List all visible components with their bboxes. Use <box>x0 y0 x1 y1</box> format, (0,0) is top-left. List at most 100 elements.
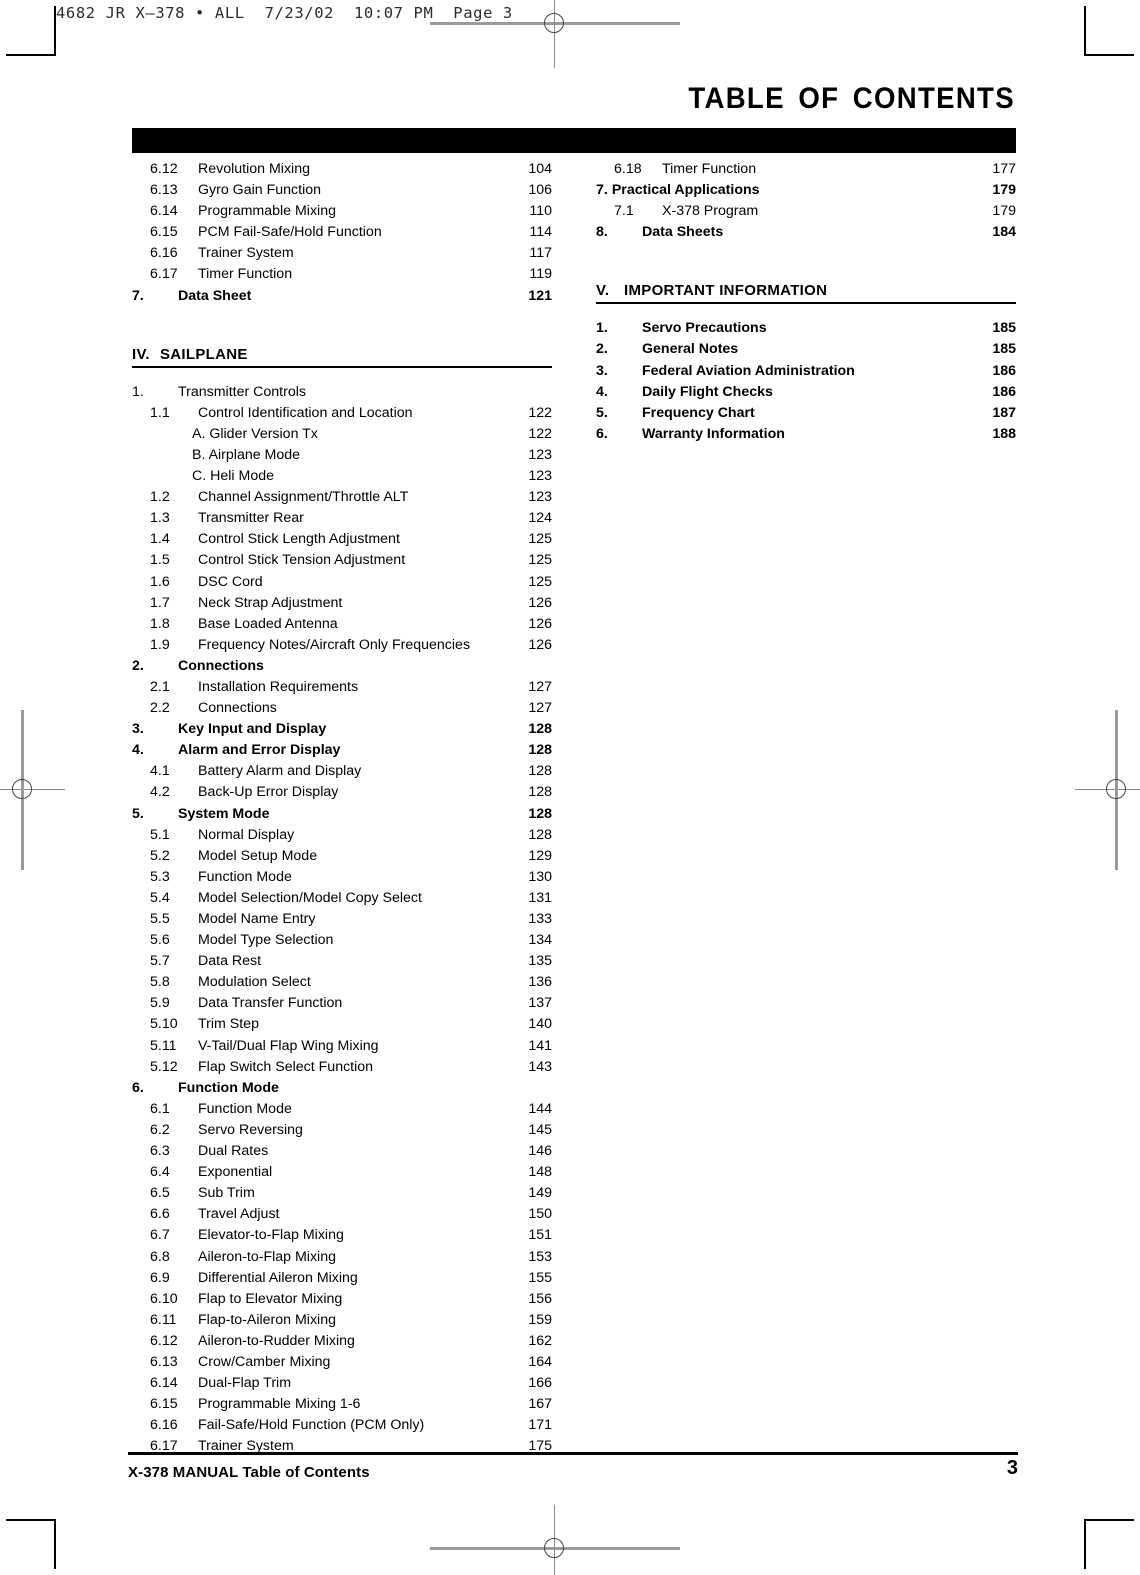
toc-entry-label: Data Rest <box>198 953 262 970</box>
toc-entry[interactable]: 6.16 Fail-Safe/Hold Function (PCM Only) 17… <box>132 1417 552 1438</box>
toc-entry[interactable]: 6.15 Programmable Mixing 1-6 167 <box>132 1396 552 1417</box>
toc-entry[interactable]: 4. Alarm and Error Display 128 <box>132 742 552 763</box>
toc-entry-number: 5.4 <box>150 889 170 906</box>
toc-entry[interactable]: 6.17 Trainer System 175 <box>132 1438 552 1459</box>
toc-entry[interactable]: 5.11 V-Tail/Dual Flap Wing Mixing 141 <box>132 1038 552 1059</box>
toc-entry-page-number: 128 <box>528 784 552 801</box>
toc-entry-page-number: 136 <box>528 974 552 991</box>
toc-entry[interactable]: 1.5 Control Stick Tension Adjustment 125 <box>132 552 552 573</box>
toc-entry-label: Model Setup Mode <box>198 847 318 864</box>
toc-entry[interactable]: 6. Function Mode <box>132 1080 552 1101</box>
toc-entry[interactable]: 6.6 Travel Adjust 150 <box>132 1206 552 1227</box>
toc-entry[interactable]: 6.13 Gyro Gain Function 106 <box>132 182 552 203</box>
toc-entry[interactable]: 5.3 Function Mode 130 <box>132 869 552 890</box>
toc-entry-label: Frequency Chart <box>642 404 755 421</box>
toc-entry[interactable]: 6.16 Trainer System 117 <box>132 245 552 266</box>
toc-entry[interactable]: 5.1 Normal Display 128 <box>132 827 552 848</box>
toc-entry[interactable]: 6.1 Function Mode 144 <box>132 1101 552 1122</box>
toc-entry[interactable]: 5.7 Data Rest 135 <box>132 953 552 974</box>
footer-text: X-378 MANUAL Table of Contents <box>128 1464 370 1481</box>
toc-entry[interactable]: 6.4 Exponential 148 <box>132 1164 552 1185</box>
toc-entry[interactable]: 6. Warranty Information 188 <box>596 426 1016 447</box>
toc-entry[interactable]: 6.14 Dual-Flap Trim 166 <box>132 1375 552 1396</box>
toc-entry[interactable]: 5.8 Modulation Select 136 <box>132 974 552 995</box>
toc-entry[interactable]: 2.2 Connections 127 <box>132 700 552 721</box>
toc-entry[interactable]: 1.6 DSC Cord 125 <box>132 574 552 595</box>
toc-entry[interactable]: 5. System Mode 128 <box>132 806 552 827</box>
toc-entry-page-number: 186 <box>992 383 1016 400</box>
toc-entry-page-number: 186 <box>992 362 1016 379</box>
toc-entry[interactable]: B. Airplane Mode 123 <box>132 447 552 468</box>
toc-entry[interactable]: 4.1 Battery Alarm and Display 128 <box>132 763 552 784</box>
toc-entry[interactable]: 1.7 Neck Strap Adjustment 126 <box>132 595 552 616</box>
toc-entry-label: Model Selection/Model Copy Select <box>198 889 422 906</box>
toc-entry-label: Control Stick Length Adjustment <box>198 531 400 548</box>
toc-entry[interactable]: 1.8 Base Loaded Antenna 126 <box>132 616 552 637</box>
toc-entry-page-number: 156 <box>528 1290 552 1307</box>
toc-entry[interactable]: 6.14 Programmable Mixing 110 <box>132 203 552 224</box>
toc-entry[interactable]: 6.12 Revolution Mixing 104 <box>132 161 552 182</box>
toc-entry[interactable]: 6.12 Aileron-to-Rudder Mixing 162 <box>132 1333 552 1354</box>
toc-entry-page-number: 130 <box>528 868 552 885</box>
toc-entry[interactable]: 5.5 Model Name Entry 133 <box>132 911 552 932</box>
toc-entry[interactable]: 6.7 Elevator-to-Flap Mixing 151 <box>132 1227 552 1248</box>
toc-entry[interactable]: 6.18 Timer Function 177 <box>596 161 1016 182</box>
toc-entry[interactable]: 2. Connections <box>132 658 552 679</box>
toc-entry[interactable]: 3. Key Input and Display 128 <box>132 721 552 742</box>
toc-entry[interactable]: 4. Daily Flight Checks 186 <box>596 384 1016 405</box>
toc-entry-page-number: 128 <box>528 742 552 759</box>
toc-entry-number: 5.5 <box>150 911 170 927</box>
section-roman-numeral: IV. <box>132 345 150 363</box>
toc-entry[interactable]: 1.9 Frequency Notes/Aircraft Only Frequen… <box>132 637 552 658</box>
toc-section-heading[interactable]: IV. SAILPLANE <box>132 346 552 368</box>
toc-entry[interactable]: 6.10 Flap to Elevator Mixing 156 <box>132 1291 552 1312</box>
toc-entry[interactable]: 1.4 Control Stick Length Adjustment 125 <box>132 531 552 552</box>
toc-entry-number: 7.1 <box>614 203 634 220</box>
toc-entry[interactable]: 2.1 Installation Requirements 127 <box>132 679 552 700</box>
toc-entry[interactable]: 6.8 Aileron-to-Flap Mixing 153 <box>132 1249 552 1270</box>
toc-entry-number: 6.17 <box>150 266 178 283</box>
toc-entry[interactable]: 1.1 Control Identification and Location 12… <box>132 405 552 426</box>
toc-entry-page-number: 134 <box>528 932 552 949</box>
toc-entry[interactable]: 3. Federal Aviation Administration 186 <box>596 363 1016 384</box>
toc-entry-label: Aileron-to-Flap Mixing <box>198 1248 336 1265</box>
toc-section-heading[interactable]: V. IMPORTANT INFORMATION <box>596 282 1016 305</box>
toc-entry-label: Battery Alarm and Display <box>198 763 362 780</box>
toc-entry[interactable]: 5. Frequency Chart 187 <box>596 405 1016 426</box>
toc-entry[interactable]: 6.17 Timer Function 119 <box>132 266 552 287</box>
toc-entry[interactable]: 6.11 Flap-to-Aileron Mixing 159 <box>132 1312 552 1333</box>
toc-entry[interactable]: 6.3 Dual Rates 146 <box>132 1143 552 1164</box>
toc-entry[interactable]: 5.10 Trim Step 140 <box>132 1016 552 1037</box>
toc-entry[interactable]: 6.2 Servo Reversing 145 <box>132 1122 552 1143</box>
toc-entry[interactable]: 1. Transmitter Controls <box>132 384 552 405</box>
toc-entry[interactable]: 6.9 Differential Aileron Mixing 155 <box>132 1270 552 1291</box>
toc-entry-number: 5.9 <box>150 995 170 1012</box>
toc-entry[interactable]: 6.15 PCM Fail-Safe/Hold Function 114 <box>132 224 552 245</box>
toc-entry[interactable]: 7. Practical Applications 179 <box>596 182 1016 203</box>
toc-entry[interactable]: A. Glider Version Tx 122 <box>132 426 552 447</box>
toc-entry-label: V-Tail/Dual Flap Wing Mixing <box>198 1037 379 1054</box>
toc-entry[interactable]: 7.1 X-378 Program 179 <box>596 203 1016 224</box>
toc-entry-number: 6.16 <box>150 245 178 262</box>
toc-entry[interactable]: C. Heli Mode 123 <box>132 468 552 489</box>
toc-entry[interactable]: 5.9 Data Transfer Function 137 <box>132 995 552 1016</box>
toc-entry-label: Normal Display <box>198 826 295 843</box>
toc-entry-label: Crow/Camber Mixing <box>198 1353 331 1370</box>
toc-entry-label: B. Airplane Mode <box>192 446 301 463</box>
toc-entry[interactable]: 6.5 Sub Trim 149 <box>132 1185 552 1206</box>
toc-entry[interactable]: 1.2 Channel Assignment/Throttle ALT 123 <box>132 489 552 510</box>
toc-entry-label: Alarm and Error Display <box>178 742 341 759</box>
toc-entry[interactable]: 5.2 Model Setup Mode 129 <box>132 848 552 869</box>
toc-entry[interactable]: 1. Servo Precautions 185 <box>596 320 1016 341</box>
toc-entry[interactable]: 4.2 Back-Up Error Display 128 <box>132 784 552 805</box>
toc-entry[interactable]: 8. Data Sheets 184 <box>596 224 1016 245</box>
toc-entry[interactable]: 1.3 Transmitter Rear 124 <box>132 510 552 531</box>
toc-entry[interactable]: 2. General Notes 185 <box>596 341 1016 362</box>
toc-entry[interactable]: 5.12 Flap Switch Select Function 143 <box>132 1059 552 1080</box>
toc-entry[interactable]: 5.6 Model Type Selection 134 <box>132 932 552 953</box>
toc-entry[interactable]: 7. Data Sheet 121 <box>132 288 552 309</box>
toc-entry-page-number: 148 <box>528 1164 552 1181</box>
toc-entry[interactable]: 6.13 Crow/Camber Mixing 164 <box>132 1354 552 1375</box>
toc-entry-label: X-378 Program <box>662 203 759 220</box>
toc-entry[interactable]: 5.4 Model Selection/Model Copy Select 131 <box>132 890 552 911</box>
